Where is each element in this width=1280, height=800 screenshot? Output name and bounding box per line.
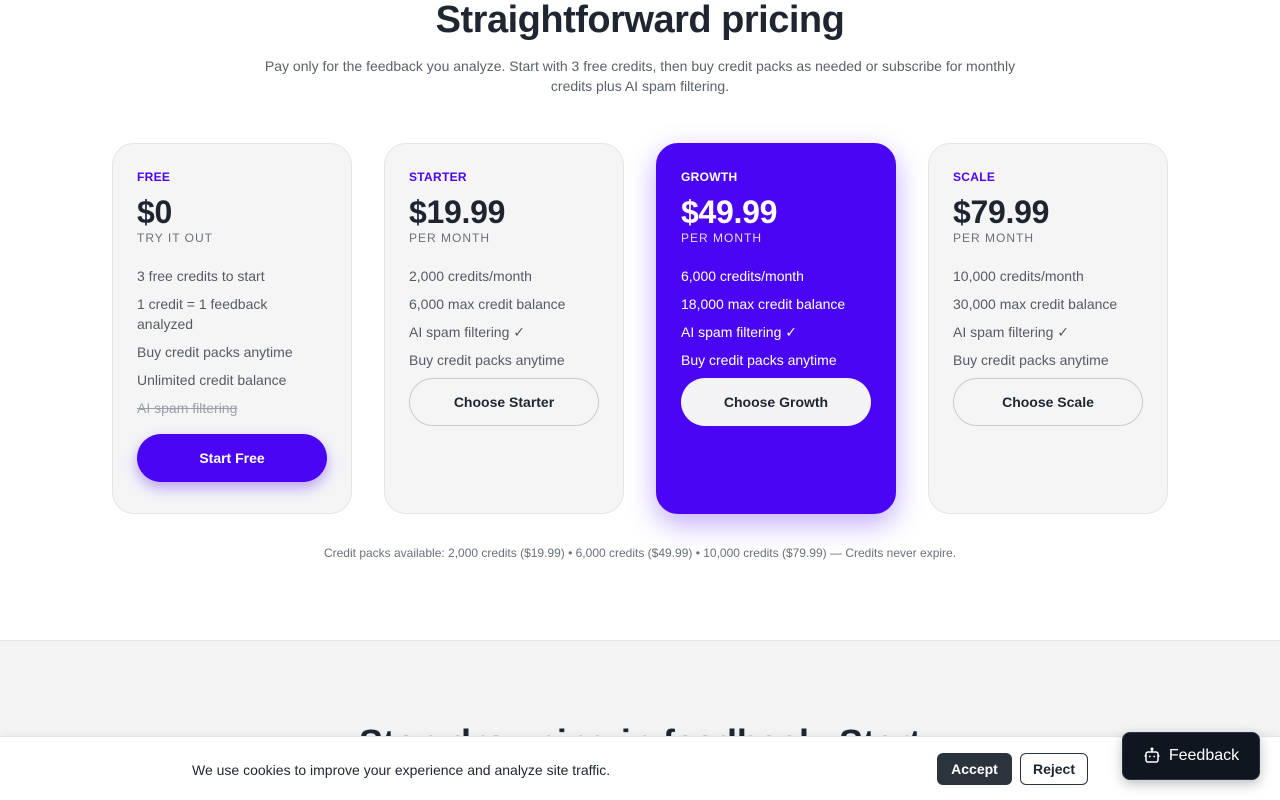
plan-feature: Buy credit packs anytime [137, 344, 293, 360]
plan-feature: Buy credit packs anytime [953, 352, 1109, 368]
plan-feature: 30,000 max credit balance [953, 296, 1118, 312]
choose-growth-button[interactable]: Choose Growth [681, 378, 871, 426]
plan-feature: 18,000 max credit balance [681, 296, 846, 312]
plan-feature-unavailable: AI spam filtering [137, 400, 238, 416]
feedback-widget-button[interactable]: Feedback [1122, 732, 1260, 780]
plan-card-free: FREE $0 TRY IT OUT 3 free credits to sta… [112, 143, 352, 514]
plan-feature: 6,000 max credit balance [409, 296, 566, 312]
plan-tier: GROWTH [681, 170, 738, 184]
pricing-cards: FREE $0 TRY IT OUT 3 free credits to sta… [112, 143, 1168, 514]
start-free-button[interactable]: Start Free [137, 434, 327, 482]
plan-features: 2,000 credits/month 6,000 max credit bal… [409, 266, 599, 370]
plan-features: 3 free credits to start 1 credit = 1 fee… [137, 266, 327, 418]
plan-card-growth: GROWTH $49.99 PER MONTH 6,000 credits/mo… [656, 143, 896, 514]
plan-card-scale: SCALE $79.99 PER MONTH 10,000 credits/mo… [928, 143, 1168, 514]
plan-feature: 2,000 credits/month [409, 268, 532, 284]
robot-icon [1143, 747, 1161, 765]
plan-period: PER MONTH [409, 231, 490, 245]
credit-packs-note: Credit packs available: 2,000 credits ($… [323, 546, 957, 560]
plan-feature: AI spam filtering ✓ [953, 324, 1069, 340]
cookie-banner: We use cookies to improve your experienc… [0, 736, 1280, 800]
plan-price: $49.99 [681, 194, 778, 230]
plan-tier: FREE [137, 170, 171, 184]
plan-period: PER MONTH [953, 231, 1034, 245]
plan-feature: AI spam filtering ✓ [681, 324, 797, 340]
plan-price: $79.99 [953, 194, 1050, 230]
choose-starter-button[interactable]: Choose Starter [409, 378, 599, 426]
plan-price: $19.99 [409, 194, 506, 230]
plan-features: 10,000 credits/month 30,000 max credit b… [953, 266, 1143, 370]
plan-feature: 6,000 credits/month [681, 268, 804, 284]
plan-feature: Buy credit packs anytime [409, 352, 565, 368]
pricing-subtitle: Pay only for the feedback you analyze. S… [264, 58, 1016, 94]
plan-feature: 10,000 credits/month [953, 268, 1084, 284]
cookie-text: We use cookies to improve your experienc… [192, 762, 611, 778]
plan-features: 6,000 credits/month 18,000 max credit ba… [681, 266, 871, 370]
plan-price: $0 [137, 194, 172, 230]
choose-scale-button[interactable]: Choose Scale [953, 378, 1143, 426]
plan-tier: STARTER [409, 170, 467, 184]
plan-feature: 3 free credits to start [137, 268, 265, 284]
plan-feature: Buy credit packs anytime [681, 352, 837, 368]
plan-card-starter: STARTER $19.99 PER MONTH 2,000 credits/m… [384, 143, 624, 514]
plan-feature: Unlimited credit balance [137, 372, 287, 388]
feedback-label: Feedback [1168, 747, 1240, 764]
plan-tier: SCALE [953, 170, 996, 184]
pricing-section: Straightforward pricing Pay only for the… [0, 0, 1280, 640]
plan-period: PER MONTH [681, 231, 762, 245]
cookie-reject-button[interactable]: Reject [1020, 753, 1088, 785]
cookie-accept-button[interactable]: Accept [937, 753, 1012, 785]
plan-feature: 1 credit = 1 feedback analyzed [137, 296, 268, 332]
plan-feature: AI spam filtering ✓ [409, 324, 525, 340]
plan-period: TRY IT OUT [137, 231, 214, 245]
pricing-heading: Straightforward pricing [435, 0, 845, 41]
